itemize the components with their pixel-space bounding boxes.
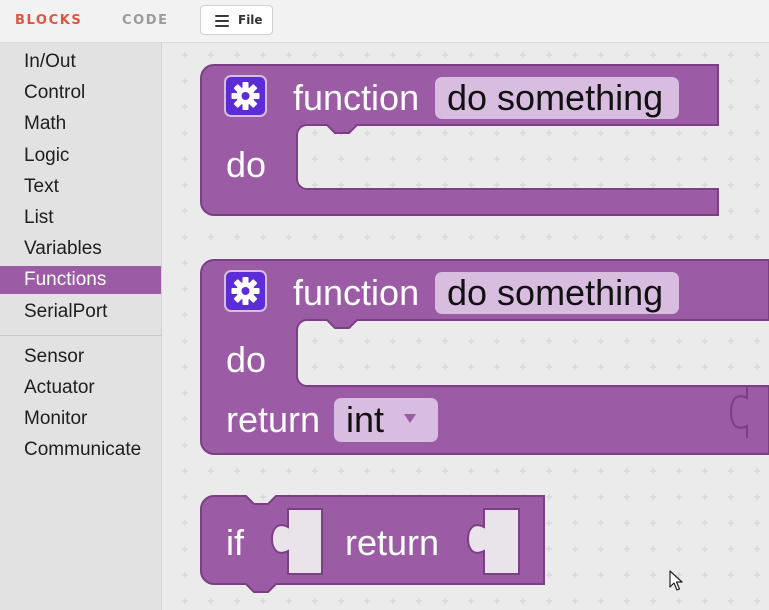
- category-sidebar: In/Out Control Math Logic Text List Vari…: [0, 43, 162, 610]
- do-label: do: [226, 144, 266, 185]
- category-communicate[interactable]: Communicate: [0, 436, 161, 464]
- if-label: if: [226, 522, 245, 563]
- category-monitor[interactable]: Monitor: [0, 405, 161, 433]
- category-serialport[interactable]: SerialPort: [0, 298, 161, 326]
- category-variables[interactable]: Variables: [0, 235, 161, 263]
- file-menu-button[interactable]: File: [200, 5, 273, 35]
- function-name-text: do something: [447, 272, 663, 313]
- gear-icon: [231, 82, 260, 110]
- category-math[interactable]: Math: [0, 110, 161, 138]
- category-inout[interactable]: In/Out: [0, 48, 161, 76]
- sidebar-divider: [0, 335, 161, 336]
- return-label: return: [345, 522, 439, 563]
- category-sensor[interactable]: Sensor: [0, 343, 161, 371]
- return-type-dropdown[interactable]: int: [334, 398, 438, 442]
- return-label: return: [226, 399, 320, 440]
- function-block[interactable]: function do something do: [200, 64, 719, 216]
- category-functions[interactable]: Functions: [0, 266, 161, 294]
- gear-icon: [231, 277, 260, 305]
- function-keyword: function: [293, 77, 419, 118]
- function-name-text: do something: [447, 77, 663, 118]
- do-label: do: [226, 339, 266, 380]
- mouse-cursor-icon: [669, 570, 683, 591]
- function-keyword: function: [293, 272, 419, 313]
- blocks-layer: function do something do function do som…: [200, 64, 769, 593]
- category-logic[interactable]: Logic: [0, 142, 161, 170]
- menu-icon: [215, 15, 229, 27]
- top-bar: BLOCKS CODE File: [0, 0, 769, 43]
- if-return-block[interactable]: if return: [200, 495, 545, 593]
- gear-button[interactable]: [224, 270, 267, 312]
- file-button-label: File: [238, 13, 263, 27]
- category-control[interactable]: Control: [0, 79, 161, 107]
- gear-button[interactable]: [224, 75, 267, 117]
- tab-blocks[interactable]: BLOCKS: [15, 13, 82, 28]
- tab-code[interactable]: CODE: [122, 13, 169, 28]
- category-text[interactable]: Text: [0, 173, 161, 201]
- block-workspace[interactable]: function do something do function do som…: [162, 43, 769, 610]
- function-return-block[interactable]: function do something do return int: [200, 259, 769, 455]
- category-list[interactable]: List: [0, 204, 161, 232]
- return-type-value: int: [346, 399, 384, 440]
- category-actuator[interactable]: Actuator: [0, 374, 161, 402]
